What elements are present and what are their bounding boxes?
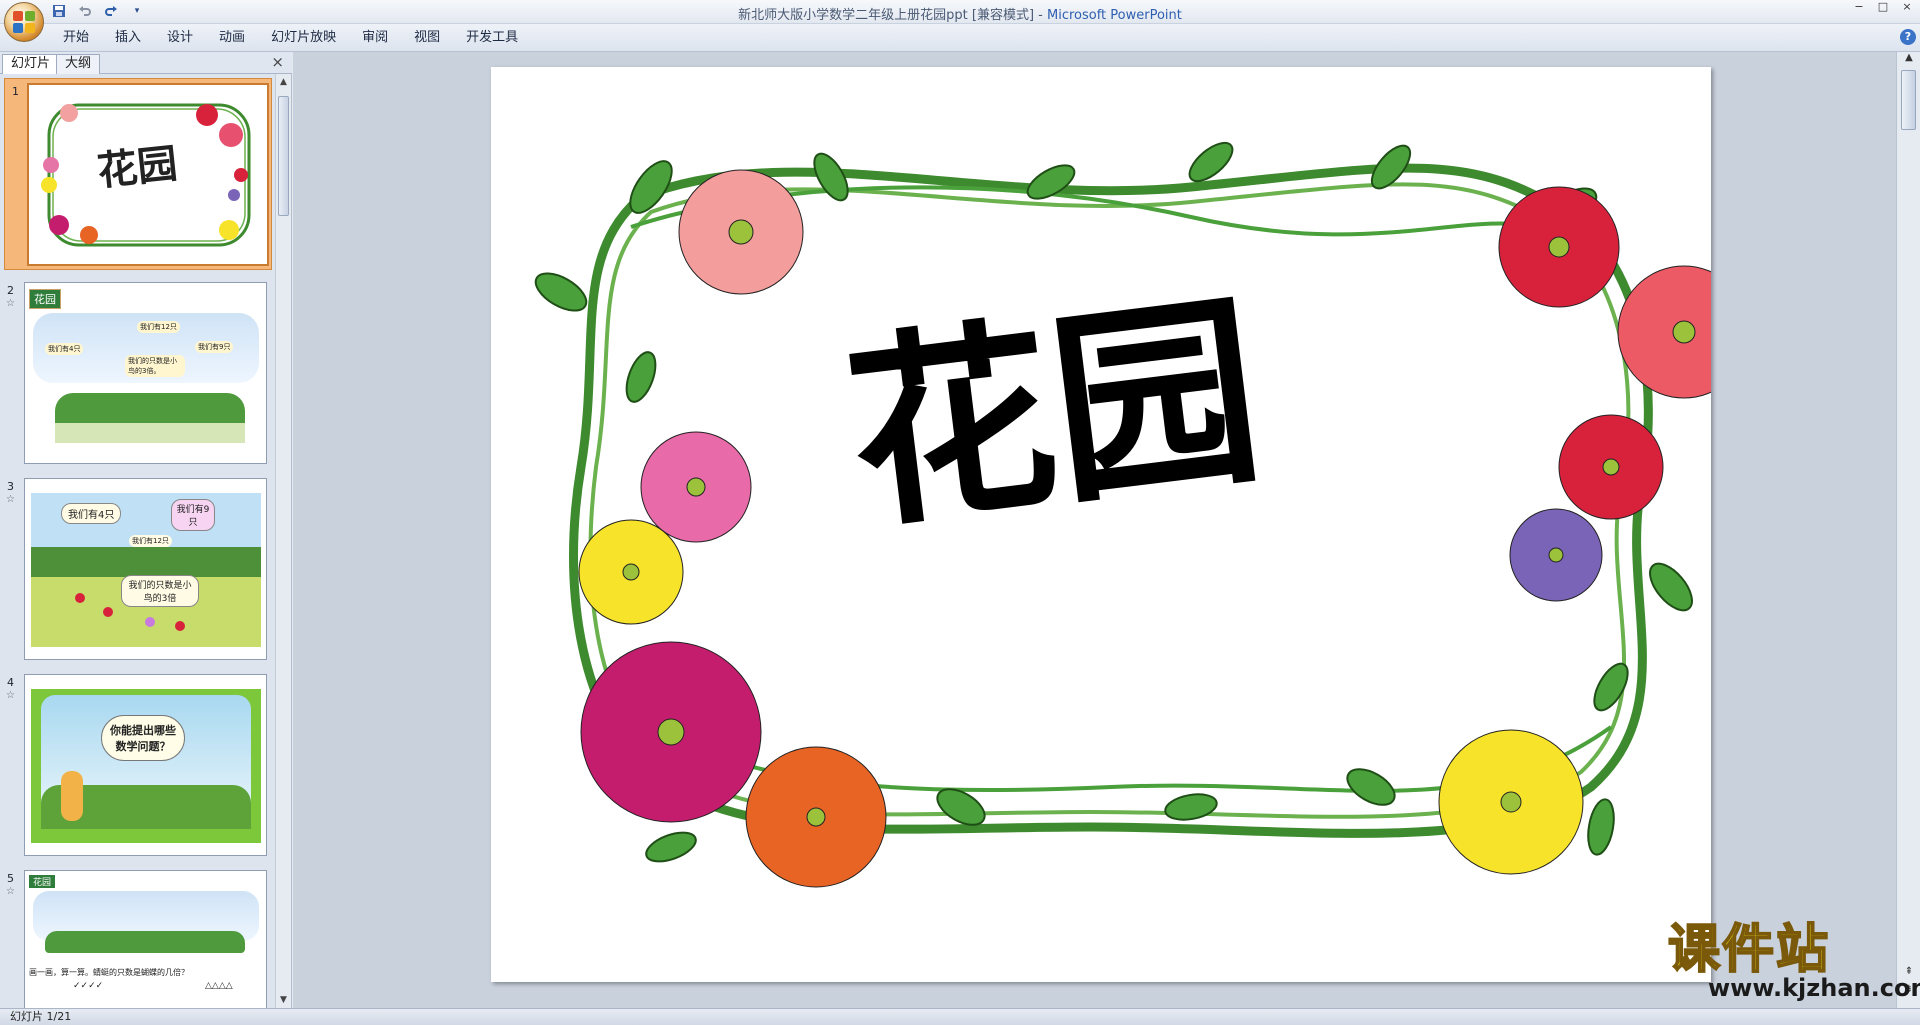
scroll-up-icon[interactable]: ▲ xyxy=(276,74,291,90)
tab-developer[interactable]: 开发工具 xyxy=(453,29,531,47)
slide-preview: 我们有4只 我们有9只 我们有12只 我们的只数是小鸟的3倍 xyxy=(24,478,267,660)
close-button[interactable]: × xyxy=(1898,0,1916,14)
slide-thumbnail-4[interactable]: 4 ☆ 你能提出哪些数学问题？ xyxy=(0,670,275,856)
tab-insert[interactable]: 插入 xyxy=(102,29,154,47)
slide-number: 1 xyxy=(12,85,19,98)
slide-counter: 幻灯片 1/21 xyxy=(10,1010,72,1023)
tab-animations[interactable]: 动画 xyxy=(206,29,258,47)
scroll-thumb[interactable] xyxy=(278,96,289,216)
slide-number: 4 xyxy=(7,676,14,689)
office-button[interactable] xyxy=(4,2,44,42)
speech-bubble: 我们有9只 xyxy=(171,499,215,531)
office-logo-icon xyxy=(13,11,35,33)
speech-bubble: 我们有9只 xyxy=(195,341,234,353)
animation-star-icon: ☆ xyxy=(6,690,15,701)
maximize-button[interactable]: □ xyxy=(1874,0,1892,14)
slide-thumb-title: 花园 xyxy=(95,139,180,196)
document-title: 新北师大版小学数学二年级上册花园ppt [兼容模式] - xyxy=(738,8,1047,23)
help-icon[interactable]: ? xyxy=(1900,29,1916,45)
slide-number: 2 xyxy=(7,284,14,297)
tab-design[interactable]: 设计 xyxy=(154,29,206,47)
thumbnail-scrollbar[interactable]: ▲ ▼ xyxy=(275,74,291,1008)
slide-badge: 花园 xyxy=(29,289,61,309)
panel-tabs: 幻灯片 大纲 × xyxy=(0,52,292,74)
slide-title[interactable]: 花园 xyxy=(836,270,1272,558)
slide-number: 3 xyxy=(7,480,14,493)
speech-bubble: 我们有12只 xyxy=(129,535,172,547)
close-panel-icon[interactable]: × xyxy=(271,53,284,71)
scroll-down-icon[interactable]: ▼ xyxy=(276,992,291,1008)
slide-preview: 你能提出哪些数学问题？ xyxy=(24,674,267,856)
window-controls: − □ × xyxy=(1850,0,1916,14)
scroll-up-icon[interactable]: ▲ xyxy=(1897,52,1920,70)
site-watermark: 课件站 www.kjzhan.com xyxy=(1667,919,1920,1004)
slide-thumbnail-3[interactable]: 3 ☆ 我们有4只 我们有9只 我们有12只 我们的只数是小鸟的3倍 xyxy=(0,474,275,660)
app-name: Microsoft PowerPoint xyxy=(1046,8,1182,23)
slide-thumbnail-list: 1 花园 2 ☆ 花园 我们有12只 我们有4只 我们的只数是小鸟的3倍。 我们… xyxy=(0,74,275,1008)
slide-thumbnail-1[interactable]: 1 花园 xyxy=(4,78,272,270)
speech-bubble: 我们的只数是小鸟的3倍。 xyxy=(125,355,185,377)
slides-panel: 幻灯片 大纲 × 1 花园 2 ☆ 花园 我们有12只 我们有4只 我们的只数是… xyxy=(0,52,292,1008)
watermark-url: www.kjzhan.com xyxy=(1708,974,1920,1002)
animation-star-icon: ☆ xyxy=(6,298,15,309)
slide-number: 5 xyxy=(7,872,14,885)
animation-star-icon: ☆ xyxy=(6,886,15,897)
editor-scrollbar[interactable]: ▲ ⇞ ⇟ xyxy=(1896,52,1920,1008)
tally-triangles: △△△△ xyxy=(205,981,233,991)
speech-bubble: 我们有4只 xyxy=(45,343,84,355)
tab-slides[interactable]: 幻灯片 xyxy=(2,54,60,74)
slide-thumbnail-5[interactable]: 5 ☆ 花园 画一画，算一算。蜻蜓的只数是蝴蝶的几倍？ ✓✓✓✓ △△△△ xyxy=(0,866,275,1008)
tab-outline[interactable]: 大纲 xyxy=(56,54,101,74)
slide-badge: 花园 xyxy=(29,875,56,888)
scroll-thumb[interactable] xyxy=(1901,70,1916,130)
minimize-button[interactable]: − xyxy=(1850,0,1868,14)
watermark-cn: 课件站 xyxy=(1667,919,1831,980)
current-slide[interactable]: 花园 xyxy=(491,67,1711,982)
slide-preview: 花园 画一画，算一算。蜻蜓的只数是蝴蝶的几倍？ ✓✓✓✓ △△△△ xyxy=(24,870,267,1008)
tab-slideshow[interactable]: 幻灯片放映 xyxy=(258,29,349,47)
slide-preview: 花园 我们有12只 我们有4只 我们的只数是小鸟的3倍。 我们有9只 xyxy=(24,282,267,464)
ribbon-tab-bar: 开始 插入 设计 动画 幻灯片放映 审阅 视图 开发工具 ? xyxy=(0,24,1920,52)
slide-preview: 花园 xyxy=(27,83,269,266)
tally-checks: ✓✓✓✓ xyxy=(73,981,104,991)
speech-bubble: 我们有12只 xyxy=(137,321,180,333)
slide-caption: 画一画，算一算。蜻蜓的只数是蝴蝶的几倍？ xyxy=(29,968,189,977)
tab-view[interactable]: 视图 xyxy=(401,29,453,47)
tab-home[interactable]: 开始 xyxy=(50,29,102,47)
speech-bubble: 我们有4只 xyxy=(61,503,122,524)
slide-thumbnail-2[interactable]: 2 ☆ 花园 我们有12只 我们有4只 我们的只数是小鸟的3倍。 我们有9只 xyxy=(0,278,275,464)
tab-review[interactable]: 审阅 xyxy=(349,29,401,47)
title-bar: ▾ 新北师大版小学数学二年级上册花园ppt [兼容模式] - Microsoft… xyxy=(0,0,1920,24)
window-title: 新北师大版小学数学二年级上册花园ppt [兼容模式] - Microsoft P… xyxy=(0,4,1920,23)
speech-bubble: 你能提出哪些数学问题？ xyxy=(101,715,185,761)
status-bar: 幻灯片 1/21 xyxy=(0,1008,1920,1025)
speech-bubble: 我们的只数是小鸟的3倍 xyxy=(121,575,199,607)
animation-star-icon: ☆ xyxy=(6,494,15,505)
